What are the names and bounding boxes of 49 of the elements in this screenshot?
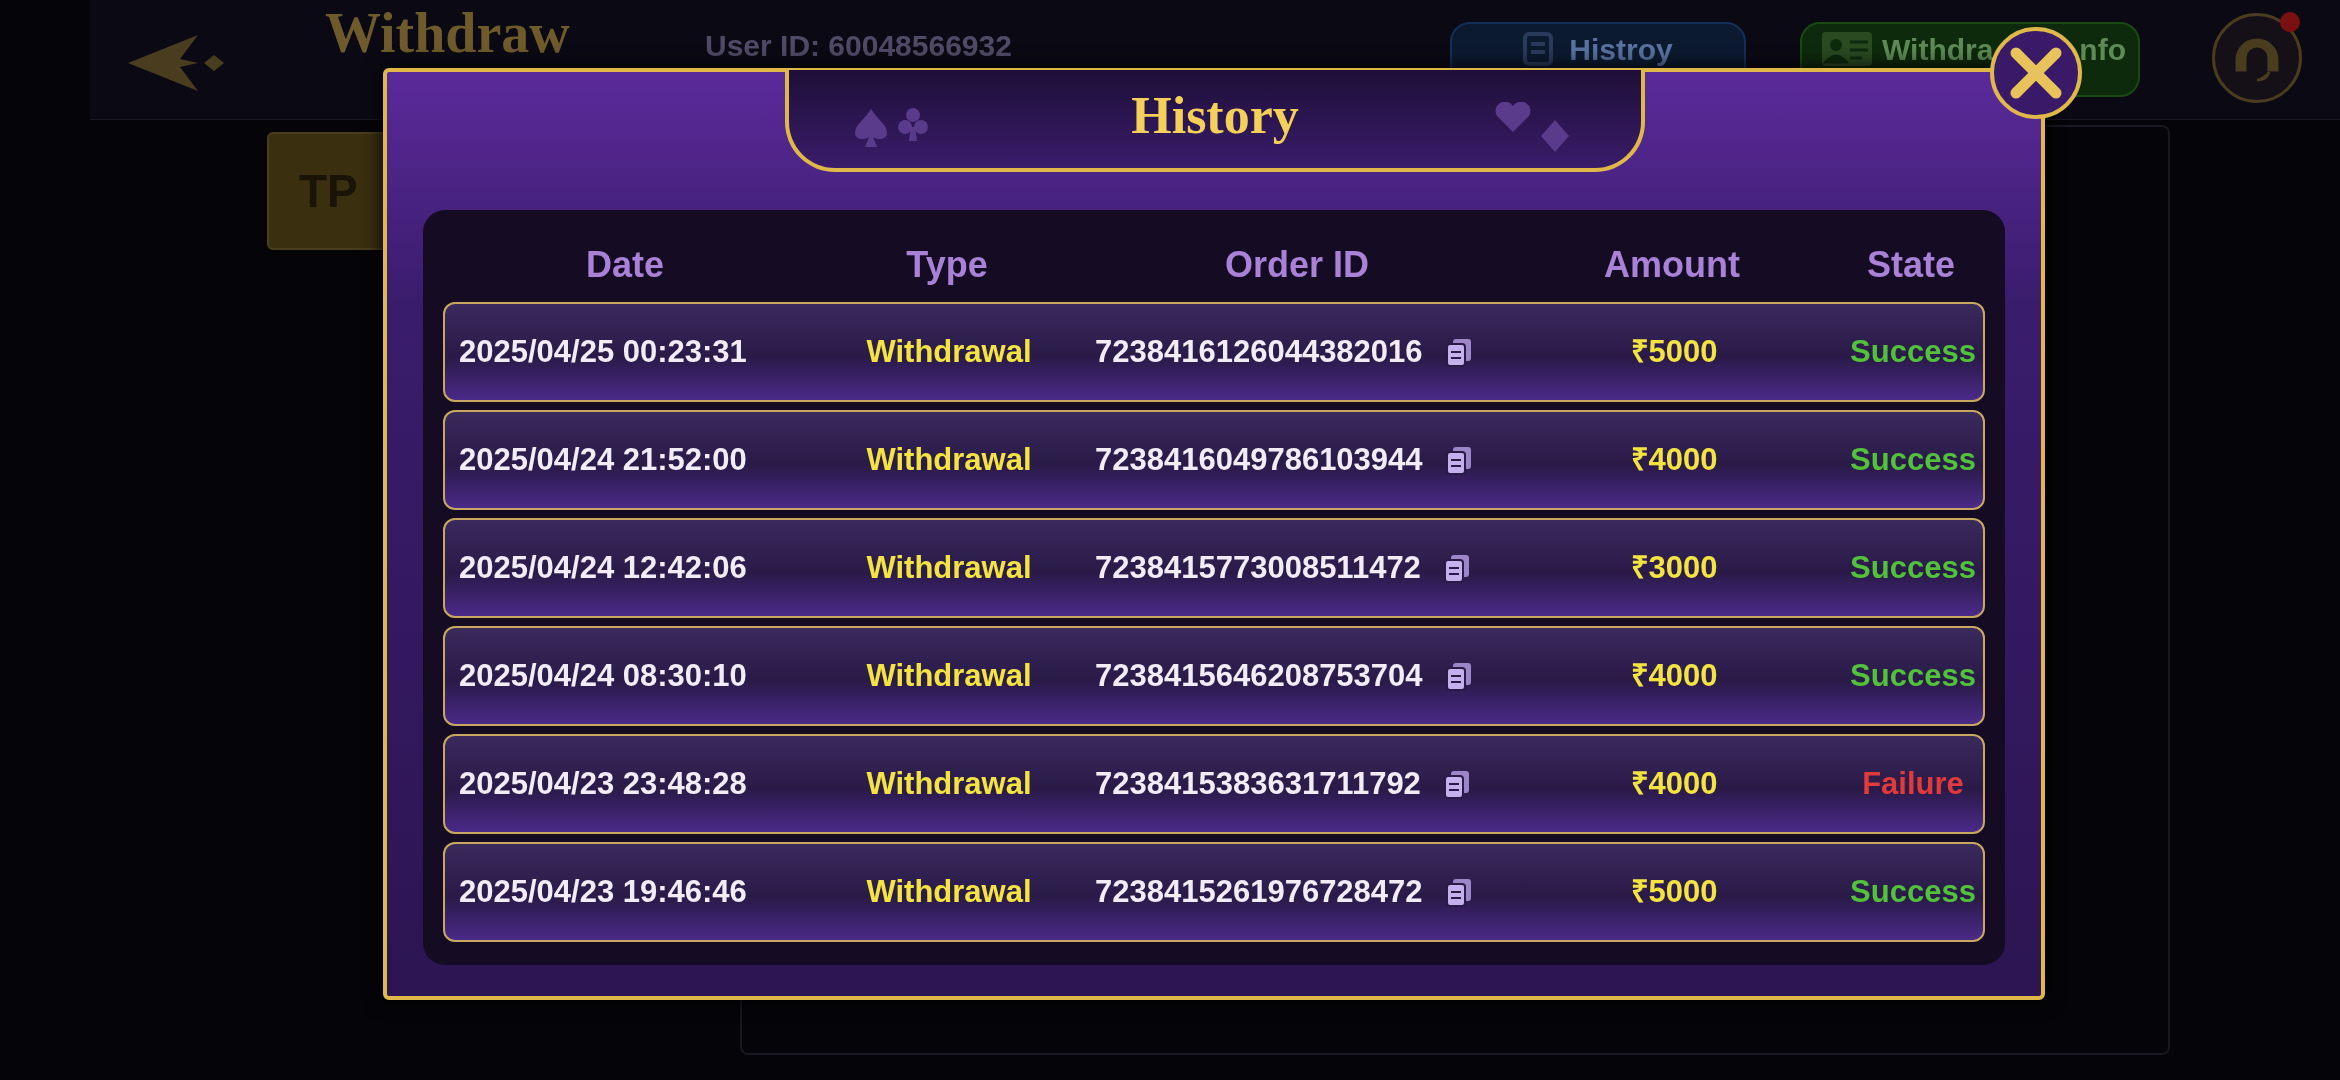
column-header: Amount <box>1604 243 1740 287</box>
copy-icon[interactable] <box>1444 445 1473 475</box>
dialog-title: History <box>1131 86 1299 146</box>
type-cell-text: Withdrawal <box>866 440 1032 479</box>
order-id-cell-text: 7238416049786103944 <box>1095 440 1423 479</box>
type-cell-text: Withdrawal <box>866 548 1032 587</box>
column-header: State <box>1867 243 1955 287</box>
state-cell-text: Success <box>1850 872 1976 911</box>
id-card-icon <box>1822 32 1872 66</box>
date-cell: 2025/04/25 00:23:31 <box>459 333 747 369</box>
type-cell-text: Withdrawal <box>866 872 1032 911</box>
column-header: Type <box>906 243 988 287</box>
card-suits-icon <box>855 105 929 149</box>
state-cell-text: Success <box>1850 440 1976 479</box>
date-cell: 2025/04/24 12:42:06 <box>459 549 747 585</box>
date-cell: 2025/04/24 08:30:10 <box>459 657 747 693</box>
order-id-cell-text: 7238415773008511472 <box>1095 548 1421 587</box>
state-cell-text: Success <box>1850 332 1976 371</box>
page-title: Withdraw <box>325 2 570 64</box>
amount-cell-text: ₹5000 <box>1630 332 1718 371</box>
date-cell: 2025/04/23 23:48:28 <box>459 765 747 801</box>
amount-cell-text: ₹4000 <box>1630 764 1718 803</box>
column-header: Order ID <box>1224 243 1369 287</box>
order-id-cell-text: 7238415261976728472 <box>1095 872 1423 911</box>
copy-icon[interactable] <box>1444 661 1473 691</box>
order-id-cell-text: 7238415646208753704 <box>1095 656 1423 695</box>
type-cell-text: Withdrawal <box>866 332 1032 371</box>
order-id-cell-text: 7238415383631711792 <box>1095 764 1421 803</box>
amount-cell-text: ₹3000 <box>1630 548 1718 587</box>
order-id-cell-text: 7238416126044382016 <box>1095 332 1423 371</box>
copy-icon[interactable] <box>1444 337 1473 367</box>
column-header: Date <box>586 243 664 287</box>
copy-icon[interactable] <box>1444 877 1473 907</box>
type-cell-text: Withdrawal <box>866 656 1032 695</box>
amount-cell-text: ₹4000 <box>1630 440 1718 479</box>
close-icon <box>2010 47 2062 99</box>
state-cell-text: Success <box>1850 656 1976 695</box>
card-suits-icon <box>1495 102 1569 152</box>
amount-cell-text: ₹5000 <box>1630 872 1718 911</box>
amount-cell-text: ₹4000 <box>1630 656 1718 695</box>
type-cell-text: Withdrawal <box>866 764 1032 803</box>
list-icon <box>1523 32 1556 68</box>
date-cell: 2025/04/23 19:46:46 <box>459 873 747 909</box>
date-cell: 2025/04/24 21:52:00 <box>459 441 747 477</box>
copy-icon[interactable] <box>1442 769 1471 799</box>
state-cell-text: Failure <box>1862 764 1964 803</box>
user-id: User ID: 60048566932 <box>705 28 1012 64</box>
copy-icon[interactable] <box>1442 553 1471 583</box>
state-cell-text: Success <box>1850 548 1976 587</box>
